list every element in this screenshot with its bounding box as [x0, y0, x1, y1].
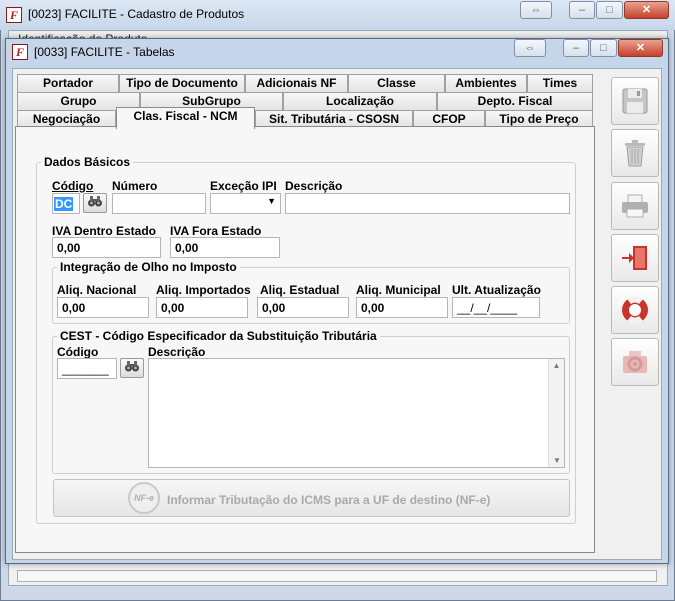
- codigo-label: Código: [52, 179, 94, 193]
- iva-fora-input[interactable]: 0,00: [170, 237, 280, 258]
- trash-icon: [625, 140, 645, 167]
- maximize-button[interactable]: □: [596, 1, 623, 19]
- aliq-importados-label: Aliq. Importados: [156, 283, 251, 297]
- binoculars-search-icon[interactable]: [120, 358, 144, 378]
- aliq-importados-input[interactable]: 0,00: [156, 297, 248, 318]
- print-button[interactable]: [611, 182, 659, 230]
- iva-dentro-label: IVA Dentro Estado: [52, 224, 157, 238]
- delete-button[interactable]: [611, 129, 659, 177]
- descricao-label: Descrição: [285, 179, 343, 193]
- descricao-input[interactable]: [285, 193, 570, 214]
- aliq-estadual-label: Aliq. Estadual: [260, 283, 340, 297]
- scroll-down-icon[interactable]: ▼: [549, 456, 565, 465]
- aliq-municipal-label: Aliq. Municipal: [356, 283, 441, 297]
- dados-basicos-title: Dados Básicos: [41, 155, 134, 169]
- tab-depto-fiscal[interactable]: Depto. Fiscal: [437, 92, 593, 110]
- close-button[interactable]: ✕: [624, 1, 669, 19]
- save-icon: [622, 88, 648, 114]
- cest-descricao-label: Descrição: [148, 345, 206, 359]
- codigo-value: DC: [54, 197, 74, 211]
- cest-descricao-textarea[interactable]: [148, 358, 565, 468]
- tab-portador[interactable]: Portador: [17, 74, 119, 92]
- restore-arrows-icon[interactable]: ⇔: [514, 39, 546, 57]
- numero-input[interactable]: [112, 193, 206, 214]
- exit-icon: [622, 246, 647, 270]
- settings-button[interactable]: [611, 338, 659, 386]
- aliq-nacional-label: Aliq. Nacional: [57, 283, 137, 297]
- iva-dentro-input[interactable]: 0,00: [52, 237, 161, 258]
- excecao-ipi-select[interactable]: ▼: [210, 193, 281, 214]
- ult-atualizacao-input[interactable]: __/__/____: [452, 297, 540, 318]
- aliq-estadual-input[interactable]: 0,00: [257, 297, 349, 318]
- aliq-municipal-input[interactable]: 0,00: [356, 297, 448, 318]
- tab-tipo-documento[interactable]: Tipo de Documento: [119, 74, 245, 92]
- cest-descricao-scrollbar[interactable]: ▲ ▼: [548, 359, 564, 467]
- close-button[interactable]: ✕: [618, 39, 663, 57]
- outer-status-strip: [17, 570, 657, 582]
- cest-title: CEST - Código Especificador da Substitui…: [57, 329, 380, 343]
- ult-atualizacao-label: Ult. Atualização: [452, 283, 541, 297]
- tab-adicionais-nf[interactable]: Adicionais NF: [245, 74, 348, 92]
- binoculars-search-icon[interactable]: [83, 193, 107, 213]
- tab-clas-fiscal-ncm[interactable]: Clas. Fiscal - NCM: [116, 107, 255, 129]
- tab-classe[interactable]: Classe: [348, 74, 445, 92]
- excecao-ipi-label: Exceção IPI: [210, 179, 277, 193]
- cest-codigo-input[interactable]: _______: [57, 358, 117, 379]
- exit-button[interactable]: [611, 234, 659, 282]
- scroll-up-icon[interactable]: ▲: [549, 361, 564, 370]
- app-logo-icon: F: [6, 7, 22, 23]
- aliq-nacional-input[interactable]: 0,00: [57, 297, 149, 318]
- minimize-button[interactable]: –: [563, 39, 589, 57]
- outer-window-title: [0023] FACILITE - Cadastro de Produtos: [28, 7, 245, 21]
- codigo-input[interactable]: DC: [52, 193, 80, 214]
- tab-times[interactable]: Times: [527, 74, 593, 92]
- app-logo-icon: F: [12, 44, 28, 60]
- help-lifebuoy-icon: [622, 296, 648, 324]
- settings-icon: [623, 351, 647, 373]
- tab-ambientes[interactable]: Ambientes: [445, 74, 527, 92]
- informar-icms-label: Informar Tributação do ICMS para a UF de…: [167, 493, 491, 507]
- chevron-down-icon: ▼: [267, 196, 276, 206]
- help-button[interactable]: [611, 286, 659, 334]
- olho-imposto-title: Integração de Olho no Imposto: [57, 260, 240, 274]
- iva-fora-label: IVA Fora Estado: [170, 224, 262, 238]
- restore-arrows-icon[interactable]: ⇔: [520, 1, 552, 19]
- maximize-button[interactable]: □: [590, 39, 617, 57]
- cest-codigo-label: Código: [57, 345, 99, 359]
- nfe-icon: NF-e: [128, 482, 160, 514]
- numero-label: Número: [112, 179, 158, 193]
- print-icon: [622, 194, 648, 218]
- minimize-button[interactable]: –: [569, 1, 595, 19]
- tab-localizacao[interactable]: Localização: [283, 92, 437, 110]
- inner-window-title: [0033] FACILITE - Tabelas: [34, 45, 175, 59]
- save-button[interactable]: [611, 77, 659, 125]
